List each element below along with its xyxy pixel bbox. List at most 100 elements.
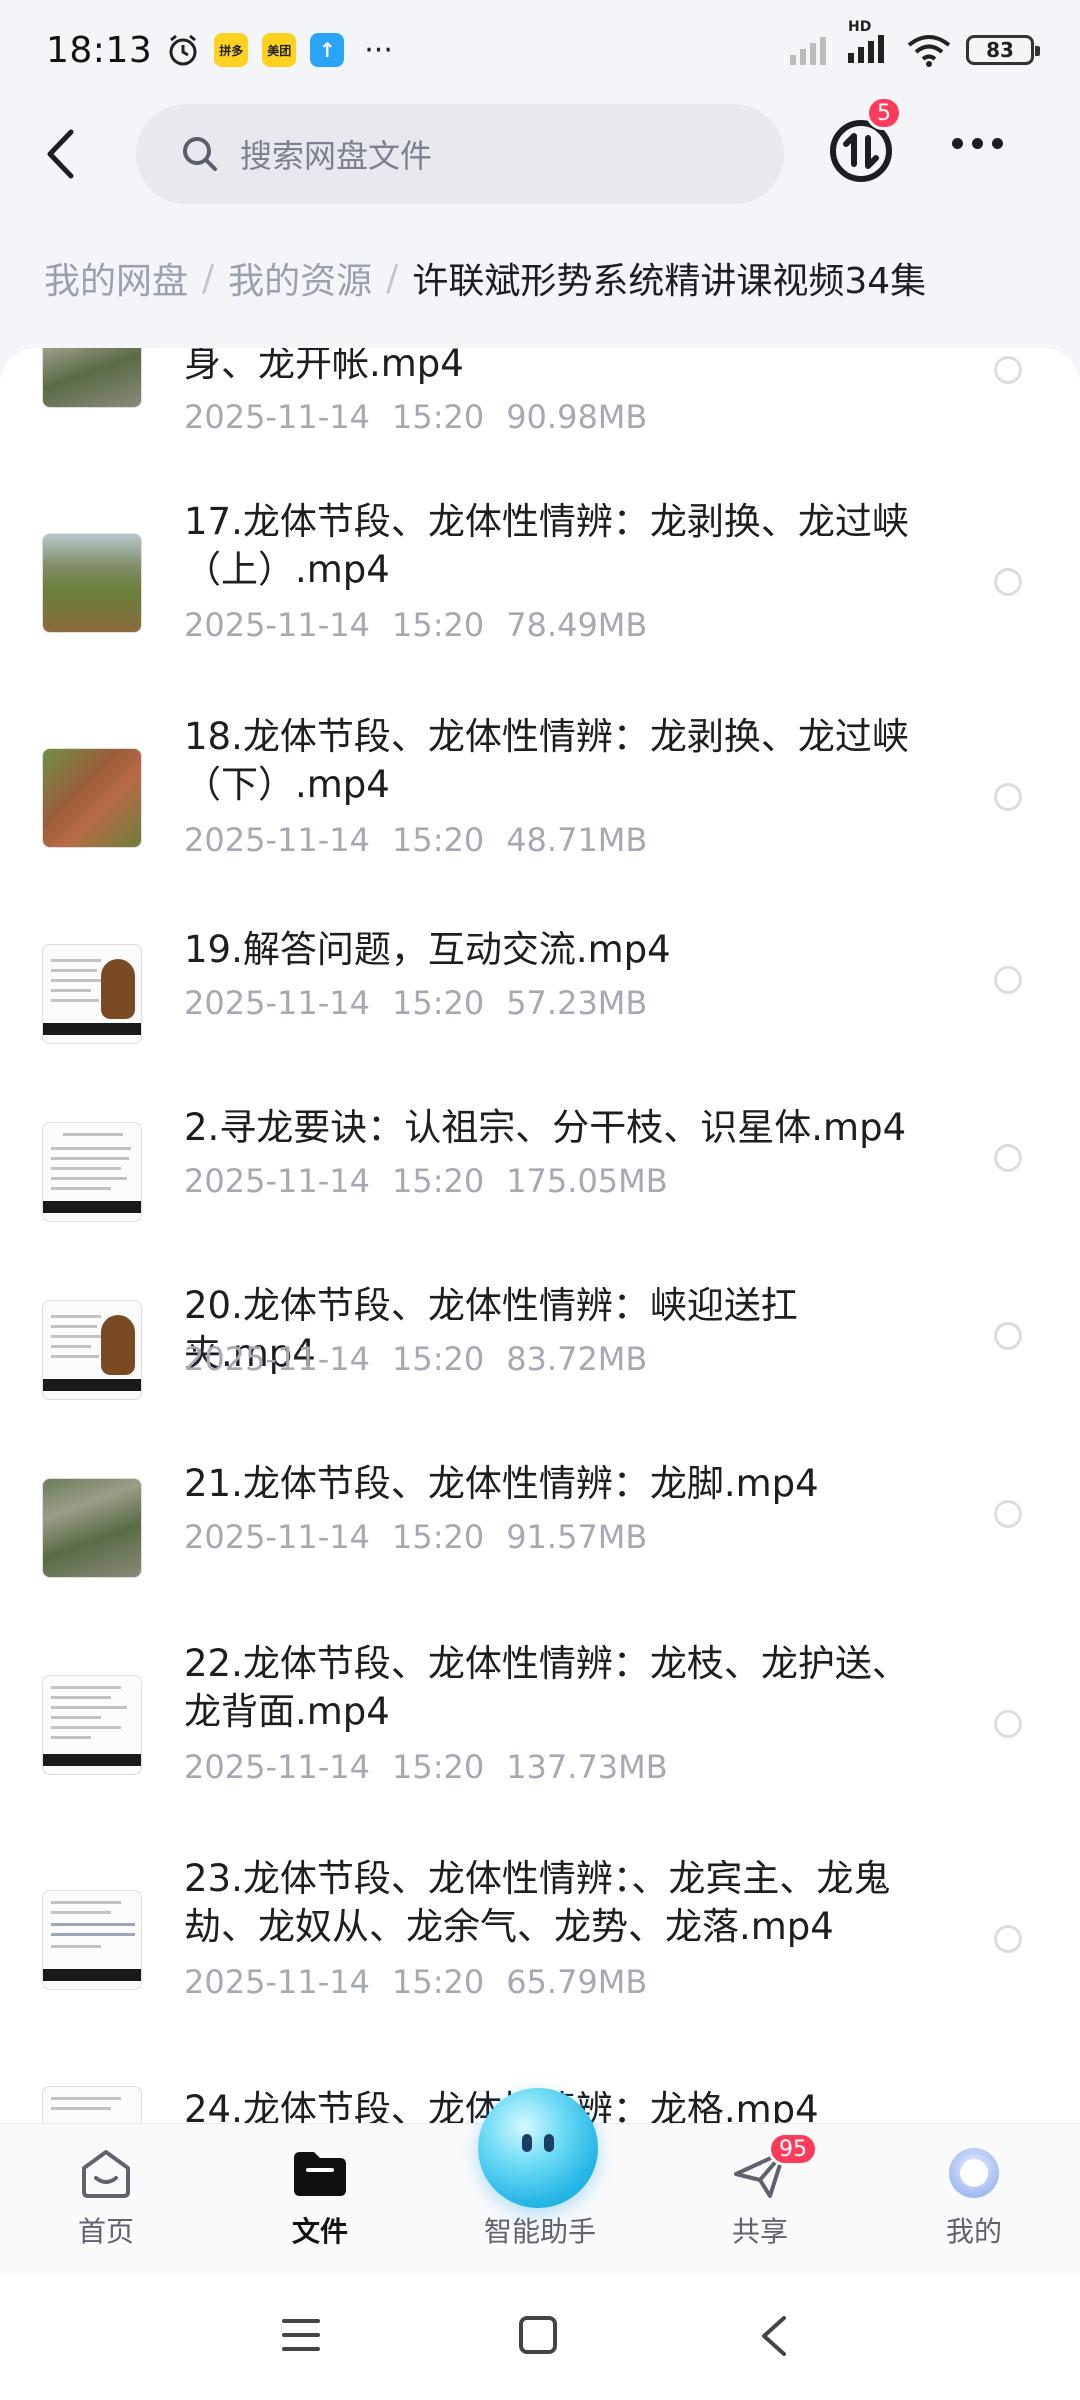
- bottom-nav: 首页 文件 智能助手 95 共享 我的: [0, 2088, 1080, 2273]
- file-date: 2025-11-14: [184, 1518, 370, 1556]
- profile-icon: [949, 2148, 999, 2198]
- file-name: 19.解答问题，互动交流.mp4: [184, 928, 671, 971]
- nav-share[interactable]: 95 共享: [690, 2132, 830, 2250]
- select-radio[interactable]: [994, 1710, 1022, 1738]
- nav-label-share: 共享: [731, 2215, 788, 2248]
- status-bar: 18:13 拼多 美团 ↑ ··· HD 83: [0, 0, 1080, 100]
- nav-label-files: 文件: [291, 2215, 348, 2248]
- file-size: 83.72MB: [506, 1340, 648, 1378]
- video-thumbnail: [42, 348, 142, 408]
- home-square-icon[interactable]: [518, 2315, 558, 2355]
- select-radio[interactable]: [994, 966, 1022, 994]
- header: 搜索网盘文件 5: [0, 96, 1080, 208]
- select-radio[interactable]: [994, 568, 1022, 596]
- file-size: 91.57MB: [506, 1518, 648, 1556]
- file-time: 15:20: [391, 606, 485, 644]
- file-size: 48.71MB: [506, 821, 648, 859]
- video-thumbnail: [42, 2086, 142, 2123]
- alarm-icon: [169, 34, 197, 66]
- video-thumbnail: [42, 1122, 142, 1222]
- file-meta: 2025-11-14 15:20 91.57MB: [184, 1518, 669, 1556]
- file-size: 78.49MB: [506, 606, 648, 644]
- file-time: 15:20: [391, 1162, 485, 1200]
- breadcrumb-item-resources[interactable]: 我的资源: [228, 252, 372, 304]
- app-icon-1: 拼多: [214, 33, 249, 67]
- file-size: 175.05MB: [506, 1162, 668, 1200]
- file-name: 18.龙体节段、龙体性情辨：龙剥换、龙过峡（下）.mp4: [184, 715, 909, 806]
- file-time: 15:20: [391, 1963, 485, 2001]
- system-nav-bar: [0, 2273, 1080, 2400]
- chevron-left-icon: [47, 129, 74, 179]
- more-button[interactable]: [952, 138, 1003, 149]
- file-date: 2025-11-14: [184, 606, 370, 644]
- select-radio[interactable]: [994, 1322, 1022, 1350]
- file-meta: 2025-11-14 15:20 90.98MB: [184, 398, 669, 436]
- assistant-icon[interactable]: [478, 2088, 598, 2208]
- breadcrumb-item-root[interactable]: 我的网盘: [44, 252, 188, 304]
- file-date: 2025-11-14: [184, 1963, 370, 2001]
- status-right: HD 83: [790, 19, 1040, 67]
- app-icon-3: ↑: [310, 33, 345, 67]
- file-meta: 2025-11-14 15:20 137.73MB: [184, 1748, 690, 1786]
- select-radio[interactable]: [994, 783, 1022, 811]
- signal-hd: HD: [848, 19, 892, 67]
- file-meta: 2025-11-14 15:20 57.23MB: [184, 984, 669, 1022]
- network-label: HD: [848, 19, 872, 35]
- status-time: 18:13: [46, 29, 153, 71]
- menu-icon[interactable]: [282, 2317, 320, 2353]
- back-triangle-icon[interactable]: [758, 2315, 788, 2357]
- status-left: 18:13 拼多 美团 ↑ ···: [46, 30, 393, 71]
- video-thumbnail: [42, 533, 142, 633]
- select-radio[interactable]: [994, 1144, 1022, 1172]
- search-input[interactable]: 搜索网盘文件: [136, 104, 784, 204]
- back-button[interactable]: [36, 124, 84, 184]
- status-more: ···: [364, 32, 393, 68]
- transfer-button[interactable]: 5: [828, 96, 902, 184]
- select-radio[interactable]: [994, 356, 1022, 384]
- nav-home[interactable]: 首页: [36, 2146, 176, 2250]
- file-name: 17.龙体节段、龙体性情辨：龙剥换、龙过峡（上）.mp4: [184, 500, 909, 591]
- file-meta: 2025-11-14 15:20 175.05MB: [184, 1162, 690, 1200]
- more-dot: [972, 138, 983, 149]
- share-badge: 95: [768, 2132, 818, 2166]
- breadcrumb-current: 许联斌形势系统精讲课视频34集: [412, 261, 927, 302]
- file-date: 2025-11-14: [184, 398, 370, 436]
- video-thumbnail: [42, 748, 142, 848]
- file-size: 137.73MB: [506, 1748, 668, 1786]
- nav-label-profile: 我的: [945, 2215, 1002, 2248]
- nav-profile[interactable]: 我的: [904, 2146, 1044, 2250]
- video-thumbnail: [42, 1300, 142, 1400]
- file-name: 21.龙体节段、龙体性情辨：龙脚.mp4: [184, 1462, 819, 1505]
- search-placeholder: 搜索网盘文件: [240, 137, 433, 175]
- breadcrumb-separator: /: [386, 257, 399, 299]
- more-dot: [952, 138, 963, 149]
- file-size: 57.23MB: [506, 984, 648, 1022]
- nav-label-assistant: 智能助手: [483, 2215, 596, 2248]
- transfer-badge: 5: [866, 96, 902, 130]
- home-icon: [82, 2150, 130, 2198]
- video-thumbnail: [42, 1675, 142, 1775]
- signal-icon-dim: [790, 37, 826, 65]
- video-thumbnail: [42, 944, 142, 1044]
- file-name: 2.寻龙要诀：认祖宗、分干枝、识星体.mp4: [184, 1106, 907, 1149]
- file-name: 身、龙开帐.mp4: [184, 348, 464, 385]
- battery-indicator: 83: [966, 35, 1040, 65]
- file-date: 2025-11-14: [184, 821, 370, 859]
- wifi-icon: [907, 35, 951, 67]
- file-meta: 2025-11-14 15:20 65.79MB: [184, 1963, 669, 2001]
- file-name: 23.龙体节段、龙体性情辨：、龙宾主、龙鬼劫、龙奴从、龙余气、龙势、龙落.mp4: [184, 1857, 891, 1948]
- file-meta: 2025-11-14 15:20 83.72MB: [184, 1340, 669, 1378]
- select-radio[interactable]: [994, 1500, 1022, 1528]
- select-radio[interactable]: [994, 1925, 1022, 1953]
- breadcrumb: 我的网盘 / 我的资源 / 许联斌形势系统精讲课视频34集: [44, 252, 926, 304]
- video-thumbnail: [42, 1890, 142, 1990]
- file-time: 15:20: [391, 1340, 485, 1378]
- signal-icon: [848, 35, 884, 63]
- file-meta: 2025-11-14 15:20 48.71MB: [184, 821, 669, 859]
- folder-icon: [294, 2152, 346, 2196]
- file-date: 2025-11-14: [184, 1748, 370, 1786]
- video-thumbnail: [42, 1478, 142, 1578]
- file-list: 身、龙开帐.mp4 2025-11-14 15:20 90.98MB 17.龙体节段…: [0, 348, 1080, 2123]
- nav-files[interactable]: 文件: [250, 2146, 390, 2250]
- file-meta: 2025-11-14 15:20 78.49MB: [184, 606, 669, 644]
